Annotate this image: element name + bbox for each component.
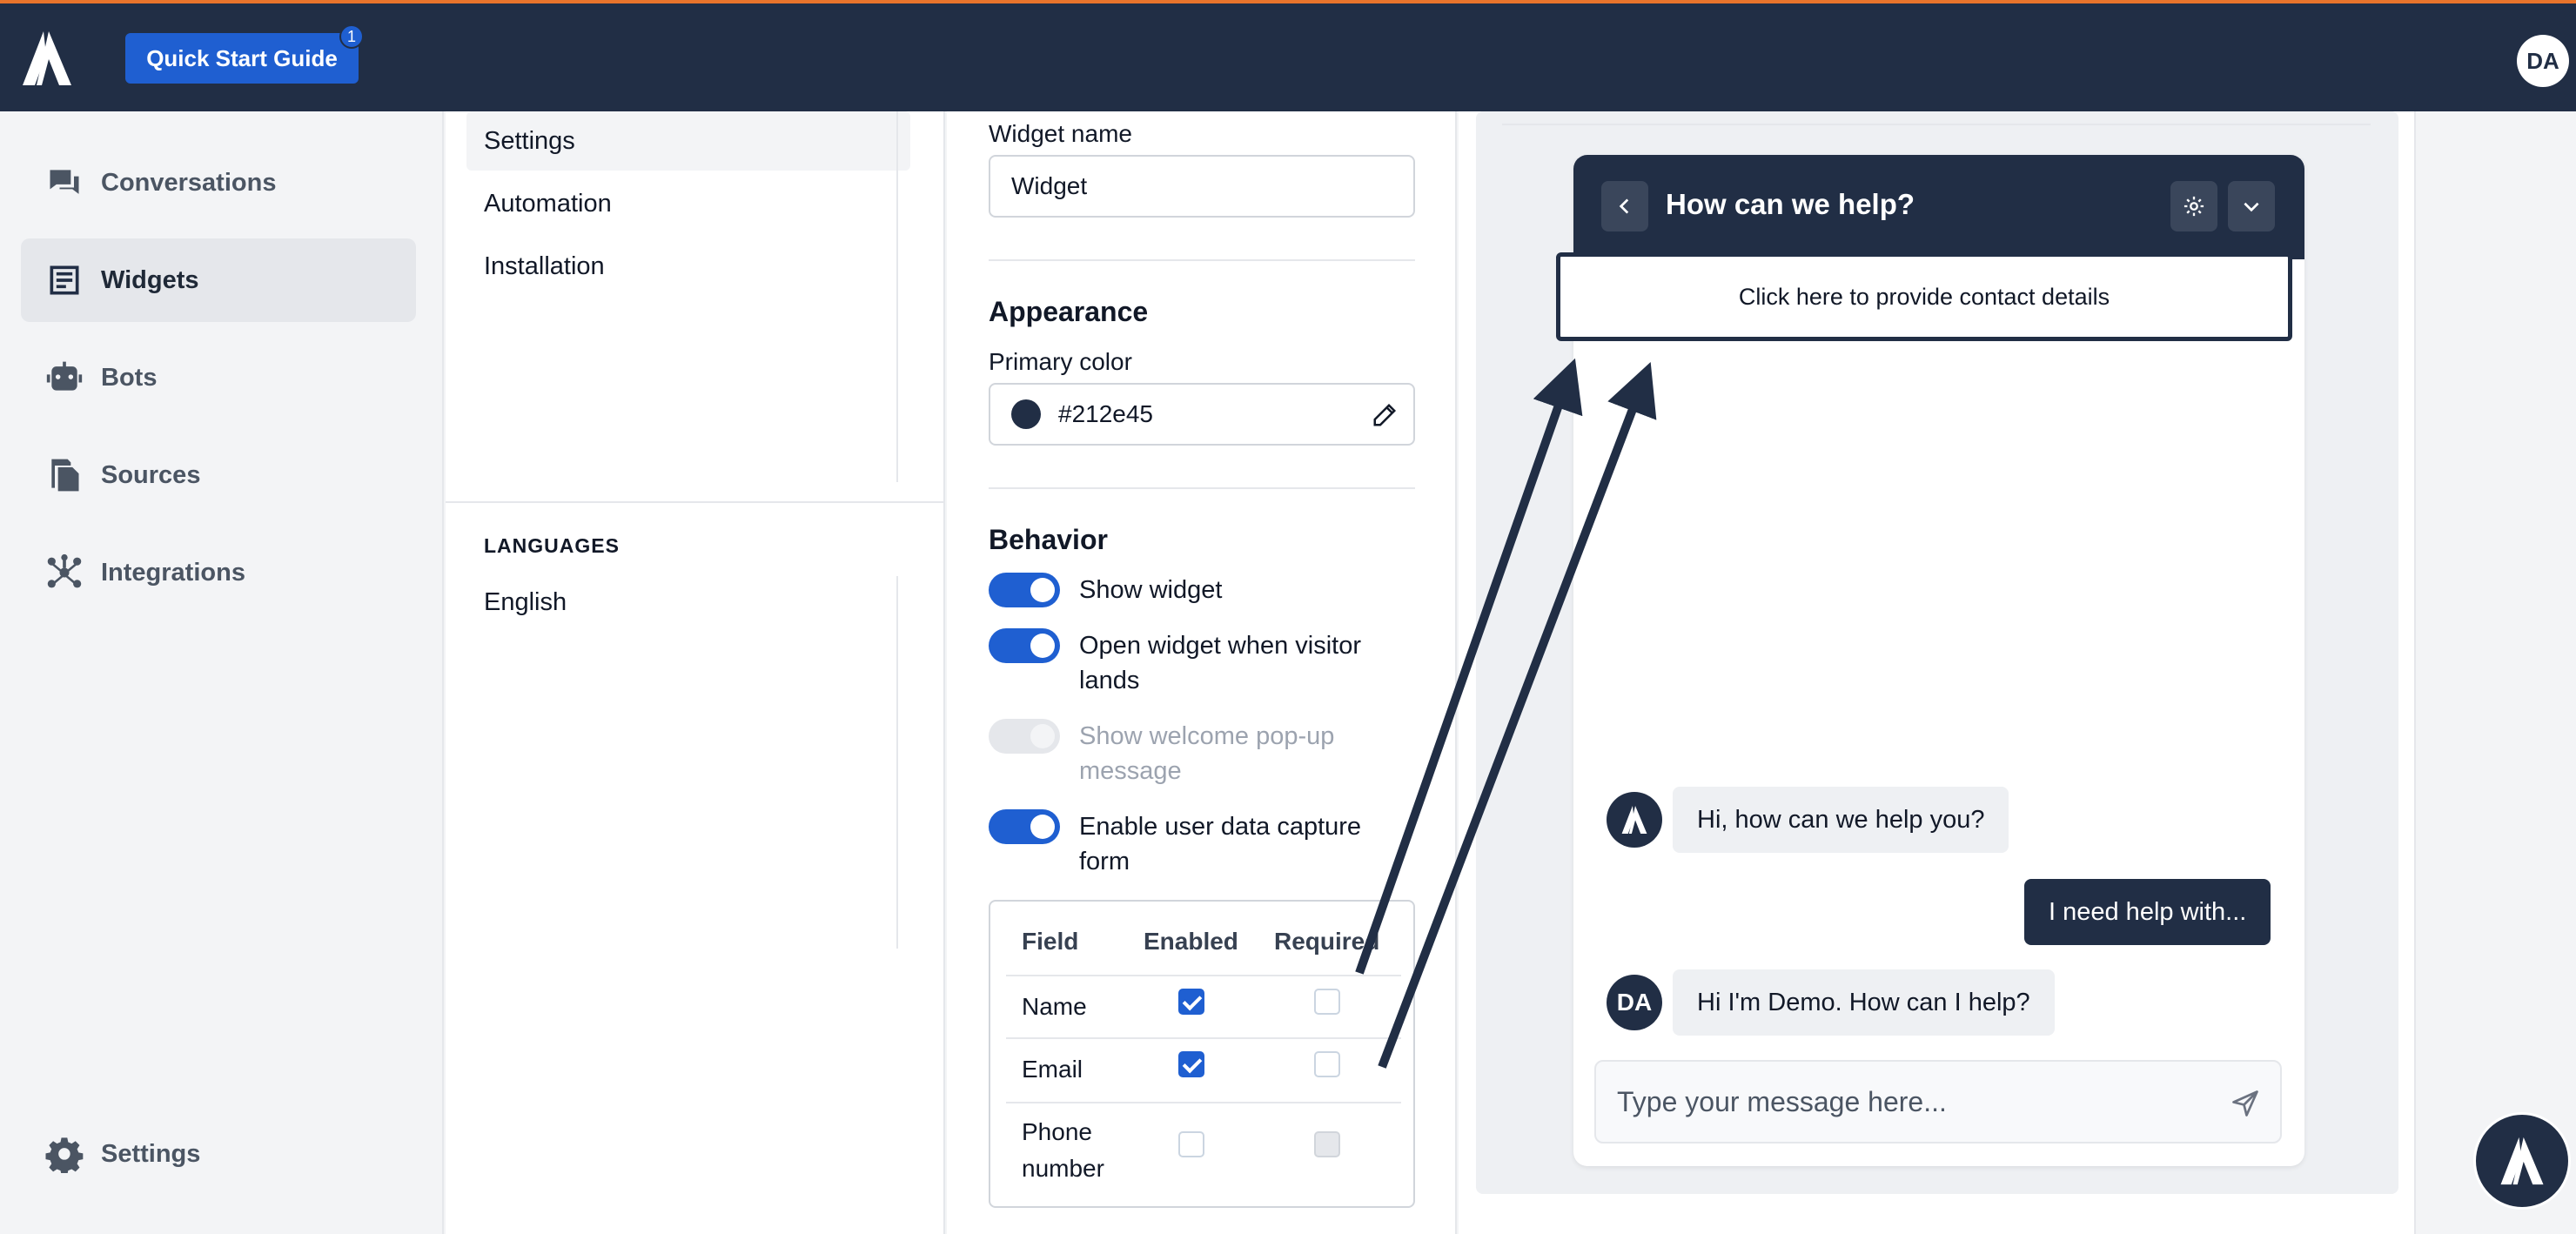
- sidebar-item-bots[interactable]: Bots: [21, 336, 416, 419]
- divider: [446, 501, 945, 503]
- divider: [1006, 1102, 1401, 1103]
- sources-icon: [51, 459, 79, 492]
- chat-header: How can we help?: [1573, 155, 2304, 259]
- sidebar-item-sources[interactable]: Sources: [21, 433, 416, 517]
- app-logo-icon: [2500, 1137, 2544, 1185]
- quick-start-guide-button[interactable]: Quick Start Guide 1: [125, 24, 364, 84]
- table-header-field: Field: [1022, 928, 1079, 955]
- primary-color-label: Primary color: [989, 348, 1132, 375]
- open-on-land-toggle[interactable]: [989, 628, 1060, 663]
- bot-icon: [46, 361, 83, 391]
- welcome-popup-toggle[interactable]: [989, 719, 1060, 754]
- chat-settings-button[interactable]: [2170, 181, 2217, 231]
- email-enabled-checkbox[interactable]: [1178, 1051, 1204, 1077]
- divider: [1006, 975, 1401, 976]
- open-on-land-label: Open widget when visitor lands: [1079, 632, 1361, 694]
- sidebar-item-label: Widgets: [101, 265, 199, 294]
- app-logo-icon: [1621, 806, 1647, 834]
- widgets-icon: [50, 265, 79, 295]
- app-logo-icon[interactable]: [19, 30, 75, 87]
- table-header-enabled: Enabled: [1144, 928, 1238, 955]
- sidebar-item-label: Sources: [101, 460, 201, 489]
- message-input[interactable]: Type your message here...: [1594, 1060, 2282, 1143]
- back-button[interactable]: [1601, 181, 1648, 231]
- data-capture-label: Enable user data capture form: [1079, 813, 1362, 875]
- email-required-checkbox[interactable]: [1314, 1051, 1340, 1077]
- primary-color-input[interactable]: #212e45: [989, 383, 1415, 446]
- table-header-required: Required: [1274, 928, 1380, 955]
- subnav-item-automation[interactable]: Automation: [466, 174, 910, 233]
- message-input-placeholder: Type your message here...: [1617, 1085, 1947, 1117]
- pencil-icon[interactable]: [1372, 402, 1398, 428]
- sidebar-item-widgets[interactable]: Widgets: [21, 238, 416, 322]
- widget-name-input[interactable]: Widget: [989, 155, 1415, 218]
- phone-required-checkbox: [1314, 1131, 1340, 1157]
- widget-name-label: Widget name: [989, 120, 1132, 147]
- user-avatar[interactable]: DA: [2517, 35, 2569, 87]
- chat-launcher-button[interactable]: [2473, 1112, 2571, 1210]
- chevron-left-icon: [1619, 198, 1629, 214]
- agent-message-bubble: Hi I'm Demo. How can I help?: [1673, 969, 2055, 1036]
- notification-badge: 1: [339, 24, 364, 49]
- data-capture-toggle[interactable]: [989, 809, 1060, 844]
- subnav-item-installation[interactable]: Installation: [466, 237, 910, 296]
- divider: [1006, 1037, 1401, 1039]
- language-item-english[interactable]: English: [484, 588, 567, 617]
- name-enabled-checkbox[interactable]: [1178, 989, 1204, 1015]
- quick-start-guide-label: Quick Start Guide: [146, 44, 338, 71]
- behavior-heading: Behavior: [989, 524, 1108, 555]
- integrations-icon: [47, 553, 82, 588]
- divider: [989, 259, 1415, 261]
- scroll-track: [896, 111, 898, 482]
- minimize-button[interactable]: [2228, 181, 2275, 231]
- color-swatch[interactable]: [1011, 399, 1041, 429]
- subnav-item-settings[interactable]: Settings: [466, 111, 910, 171]
- send-icon[interactable]: [2230, 1088, 2261, 1119]
- welcome-popup-label: Show welcome pop-up message: [1079, 722, 1335, 785]
- table-row-field: Email: [1022, 1056, 1083, 1083]
- contact-details-prompt[interactable]: Click here to provide contact details: [1556, 252, 2292, 341]
- conversations-icon: [50, 170, 79, 194]
- scroll-track: [896, 576, 898, 949]
- primary-color-value: #212e45: [1058, 400, 1154, 427]
- bot-avatar: [1607, 792, 1662, 848]
- sidebar-item-label: Bots: [101, 363, 158, 392]
- widget-name-value: Widget: [1011, 172, 1088, 199]
- agent-avatar: DA: [1607, 975, 1662, 1030]
- sidebar-item-conversations[interactable]: Conversations: [21, 141, 416, 225]
- languages-heading: LANGUAGES: [484, 534, 620, 557]
- sidebar-item-label: Conversations: [101, 168, 277, 197]
- chevron-down-icon: [2244, 202, 2259, 212]
- phone-enabled-checkbox[interactable]: [1178, 1131, 1204, 1157]
- bot-message-bubble: Hi, how can we help you?: [1673, 787, 2009, 853]
- appearance-heading: Appearance: [989, 296, 1149, 327]
- sidebar-item-integrations[interactable]: Integrations: [21, 531, 416, 614]
- visitor-message-bubble: I need help with...: [2024, 879, 2271, 945]
- gear-icon: [2184, 196, 2204, 217]
- sidebar-item-settings[interactable]: Settings: [21, 1112, 416, 1196]
- name-required-checkbox[interactable]: [1314, 989, 1340, 1015]
- sidebar-item-label: Integrations: [101, 558, 245, 587]
- capture-fields-table: Field Enabled Required Name Email Phone …: [989, 900, 1415, 1208]
- divider: [989, 487, 1415, 489]
- show-widget-label: Show widget: [1079, 576, 1223, 604]
- top-bar: Quick Start Guide 1 DA: [0, 0, 2576, 111]
- sidebar-item-label: Settings: [101, 1139, 201, 1168]
- contact-details-text: Click here to provide contact details: [1738, 283, 2110, 310]
- divider: [1502, 124, 2371, 125]
- table-row-field: Phone number: [1022, 1118, 1104, 1182]
- table-row-field: Name: [1022, 993, 1087, 1020]
- chat-title: How can we help?: [1666, 188, 1915, 220]
- gear-icon: [45, 1137, 84, 1173]
- show-widget-toggle[interactable]: [989, 573, 1060, 607]
